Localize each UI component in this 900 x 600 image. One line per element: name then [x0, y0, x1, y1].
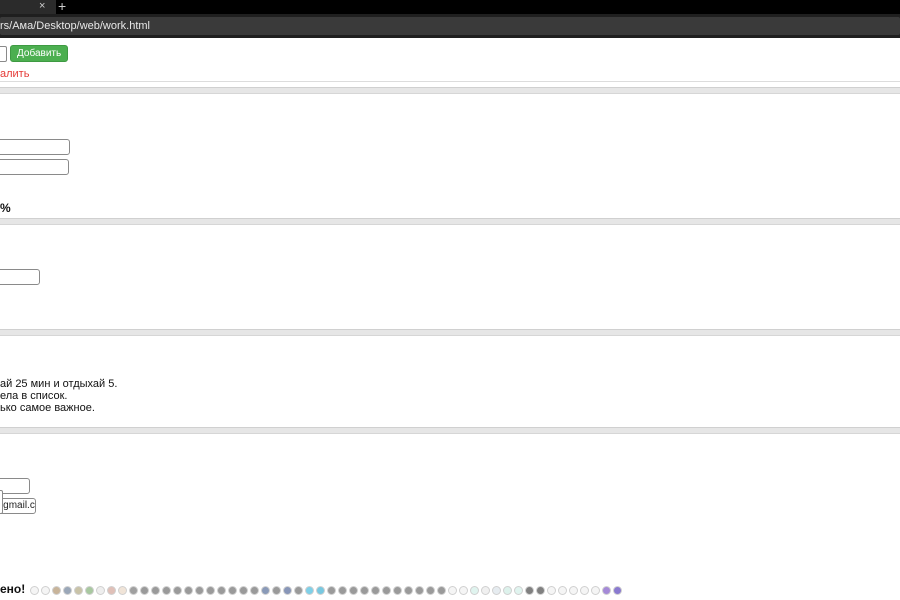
color-dot-icon[interactable] [52, 586, 61, 595]
color-dot-icon[interactable] [459, 586, 468, 595]
section-separator [0, 87, 900, 94]
section-separator [0, 427, 900, 434]
color-dot-icon[interactable] [558, 586, 567, 595]
color-dot-icon[interactable] [294, 586, 303, 595]
color-dot-icon[interactable] [470, 586, 479, 595]
percent-result: % [0, 201, 11, 215]
color-dot-icon[interactable] [437, 586, 446, 595]
color-dot-icon[interactable] [415, 586, 424, 595]
color-dot-icon[interactable] [85, 586, 94, 595]
color-dot-icon[interactable] [316, 586, 325, 595]
color-dot-icon[interactable] [613, 586, 622, 595]
color-dot-icon[interactable] [195, 586, 204, 595]
todo-input[interactable] [0, 46, 7, 62]
color-dot-icon[interactable] [602, 586, 611, 595]
color-dot-icon[interactable] [382, 586, 391, 595]
color-dot-icon[interactable] [107, 586, 116, 595]
active-tab[interactable]: × [0, 0, 56, 14]
tip-item: ела в список. [0, 390, 68, 402]
color-dot-icon[interactable] [503, 586, 512, 595]
number-field-2[interactable] [0, 159, 69, 175]
email-value: @gmail.c [0, 500, 35, 511]
color-dot-icon[interactable] [580, 586, 589, 595]
add-button[interactable]: Добавить [10, 45, 69, 62]
email-field[interactable]: @gmail.c [0, 498, 36, 514]
color-dot-icon[interactable] [261, 586, 270, 595]
tip-item: ай 25 мин и отдыхай 5. [0, 378, 118, 390]
color-dot-icon[interactable] [140, 586, 149, 595]
color-dot-icon[interactable] [481, 586, 490, 595]
color-dot-icon[interactable] [151, 586, 160, 595]
color-dot-icon[interactable] [63, 586, 72, 595]
icon-row [30, 586, 622, 596]
color-dot-icon[interactable] [206, 586, 215, 595]
timer-field[interactable] [0, 269, 40, 285]
color-dot-icon[interactable] [448, 586, 457, 595]
name-field[interactable] [0, 478, 30, 494]
color-dot-icon[interactable] [591, 586, 600, 595]
color-dot-icon[interactable] [162, 586, 171, 595]
section-separator [0, 329, 900, 336]
success-message: ено! [0, 582, 26, 596]
close-tab-icon[interactable]: × [39, 0, 45, 13]
color-dot-icon[interactable] [547, 586, 556, 595]
new-tab-icon[interactable]: + [58, 0, 66, 14]
number-field-1[interactable] [0, 139, 70, 155]
color-dot-icon[interactable] [173, 586, 182, 595]
color-dot-icon[interactable] [217, 586, 226, 595]
color-dot-icon[interactable] [349, 586, 358, 595]
color-dot-icon[interactable] [492, 586, 501, 595]
section-separator [0, 218, 900, 225]
url-text[interactable]: rs/Ама/Desktop/web/work.html [0, 17, 150, 35]
color-dot-icon[interactable] [426, 586, 435, 595]
color-dot-icon[interactable] [96, 586, 105, 595]
web-page: Добавить алить % ай 25 мин и отдыхай 5. … [0, 38, 900, 600]
color-dot-icon[interactable] [514, 586, 523, 595]
color-dot-icon[interactable] [184, 586, 193, 595]
color-dot-icon[interactable] [360, 586, 369, 595]
color-dot-icon[interactable] [118, 586, 127, 595]
color-dot-icon[interactable] [338, 586, 347, 595]
tab-bar: × + [0, 0, 900, 14]
delete-link[interactable]: алить [0, 68, 29, 80]
color-dot-icon[interactable] [228, 586, 237, 595]
tip-item: ько самое важное. [0, 402, 95, 414]
divider [0, 81, 900, 82]
color-dot-icon[interactable] [30, 586, 39, 595]
color-dot-icon[interactable] [74, 586, 83, 595]
message-textarea[interactable] [0, 490, 3, 514]
color-dot-icon[interactable] [129, 586, 138, 595]
color-dot-icon[interactable] [525, 586, 534, 595]
color-dot-icon[interactable] [404, 586, 413, 595]
color-dot-icon[interactable] [239, 586, 248, 595]
color-dot-icon[interactable] [569, 586, 578, 595]
color-dot-icon[interactable] [41, 586, 50, 595]
color-dot-icon[interactable] [250, 586, 259, 595]
color-dot-icon[interactable] [272, 586, 281, 595]
color-dot-icon[interactable] [536, 586, 545, 595]
color-dot-icon[interactable] [283, 586, 292, 595]
color-dot-icon[interactable] [371, 586, 380, 595]
color-dot-icon[interactable] [393, 586, 402, 595]
address-bar[interactable]: rs/Ама/Desktop/web/work.html [0, 14, 900, 38]
color-dot-icon[interactable] [305, 586, 314, 595]
color-dot-icon[interactable] [327, 586, 336, 595]
